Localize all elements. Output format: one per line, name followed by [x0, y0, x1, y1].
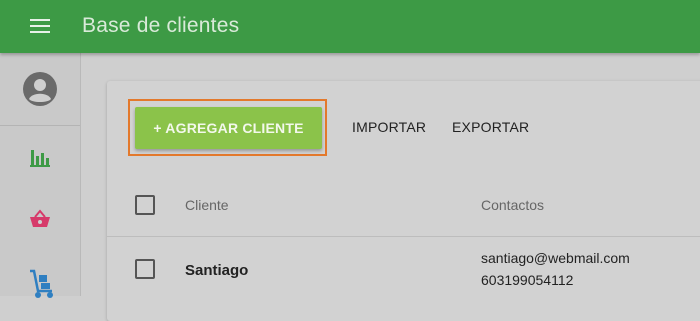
hamburger-menu-icon[interactable] — [30, 19, 50, 34]
table-divider — [107, 236, 700, 237]
sidebar-item-sales[interactable] — [0, 199, 80, 239]
row-checkbox[interactable] — [135, 259, 155, 279]
column-header-client[interactable]: Cliente — [185, 197, 229, 213]
sidebar — [0, 53, 81, 298]
client-phone: 603199054112 — [481, 272, 574, 288]
select-all-checkbox[interactable] — [135, 195, 155, 215]
export-button[interactable]: EXPORTAR — [452, 119, 529, 135]
app-bar: Base de clientes — [0, 0, 700, 53]
shopping-basket-icon — [30, 209, 50, 227]
client-email: santiago@webmail.com — [481, 250, 630, 266]
sidebar-item-inventory[interactable] — [0, 261, 80, 301]
sidebar-profile-section — [0, 53, 80, 126]
bar-chart-icon — [30, 150, 50, 167]
account-circle-icon[interactable] — [23, 72, 57, 106]
page-title: Base de clientes — [82, 14, 240, 37]
column-header-contacts: Contactos — [481, 197, 545, 213]
add-client-button[interactable]: + AGREGAR CLIENTE — [135, 107, 322, 149]
client-name[interactable]: Santiago — [185, 262, 248, 279]
hand-truck-icon — [30, 269, 53, 298]
import-button[interactable]: IMPORTAR — [352, 119, 426, 135]
sidebar-item-reports[interactable] — [0, 137, 80, 177]
